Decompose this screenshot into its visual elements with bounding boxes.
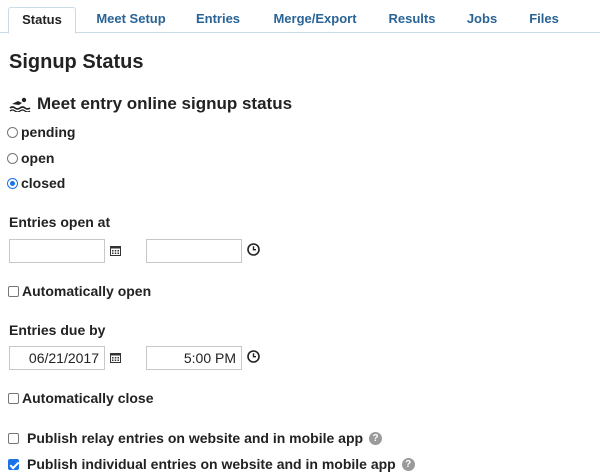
- calendar-icon[interactable]: [110, 245, 121, 256]
- tab-bar: Status Meet Setup Entries Merge/Export R…: [0, 0, 600, 34]
- checkbox-label: Automatically close: [22, 390, 154, 406]
- radio-closed[interactable]: [7, 177, 18, 189]
- auto-open-checkbox[interactable]: [8, 285, 19, 297]
- auto-close-option[interactable]: Automatically close: [8, 390, 154, 406]
- section-title-text: Meet entry online signup status: [37, 94, 293, 113]
- publish-individual-option[interactable]: Publish individual entries on website an…: [8, 456, 415, 472]
- tab-meet-setup[interactable]: Meet Setup: [88, 7, 174, 33]
- section-title: Meet entry online signup status: [9, 94, 292, 114]
- tab-entries[interactable]: Entries: [188, 7, 248, 33]
- checkbox-label: Publish relay entries on website and in …: [27, 430, 364, 446]
- auto-close-checkbox[interactable]: [8, 392, 19, 404]
- status-option-open[interactable]: open: [7, 150, 54, 166]
- help-icon[interactable]: ?: [401, 457, 415, 471]
- publish-individual-checkbox[interactable]: [8, 458, 19, 470]
- entries-due-label: Entries due by: [9, 322, 106, 338]
- help-icon[interactable]: ?: [369, 431, 383, 445]
- entries-due-date-input[interactable]: 06/21/2017: [9, 346, 105, 370]
- tab-jobs[interactable]: Jobs: [460, 7, 504, 33]
- entries-due-time-input[interactable]: 5:00 PM: [146, 346, 242, 370]
- tab-results[interactable]: Results: [381, 7, 443, 33]
- entries-open-date-input[interactable]: [9, 239, 105, 263]
- auto-open-option[interactable]: Automatically open: [8, 283, 151, 299]
- publish-relay-checkbox[interactable]: [8, 432, 19, 444]
- radio-open[interactable]: [7, 152, 18, 164]
- clock-icon[interactable]: [247, 243, 260, 256]
- radio-label: pending: [21, 124, 76, 140]
- tab-merge-export[interactable]: Merge/Export: [265, 7, 365, 33]
- clock-icon[interactable]: [247, 350, 260, 363]
- radio-label: closed: [21, 175, 66, 191]
- entries-open-time-input[interactable]: [146, 239, 242, 263]
- status-option-closed[interactable]: closed: [7, 175, 65, 191]
- entries-open-label: Entries open at: [9, 214, 111, 230]
- radio-pending[interactable]: [7, 126, 18, 138]
- tab-status[interactable]: Status: [8, 7, 76, 34]
- radio-label: open: [21, 150, 55, 166]
- page-title: Signup Status: [9, 51, 144, 73]
- checkbox-label: Automatically open: [22, 283, 152, 299]
- calendar-icon[interactable]: [110, 352, 121, 363]
- publish-relay-option[interactable]: Publish relay entries on website and in …: [8, 430, 383, 446]
- checkbox-label: Publish individual entries on website an…: [27, 456, 396, 472]
- status-option-pending[interactable]: pending: [7, 124, 75, 140]
- tab-files[interactable]: Files: [521, 7, 567, 33]
- swimmer-icon: [9, 97, 31, 112]
